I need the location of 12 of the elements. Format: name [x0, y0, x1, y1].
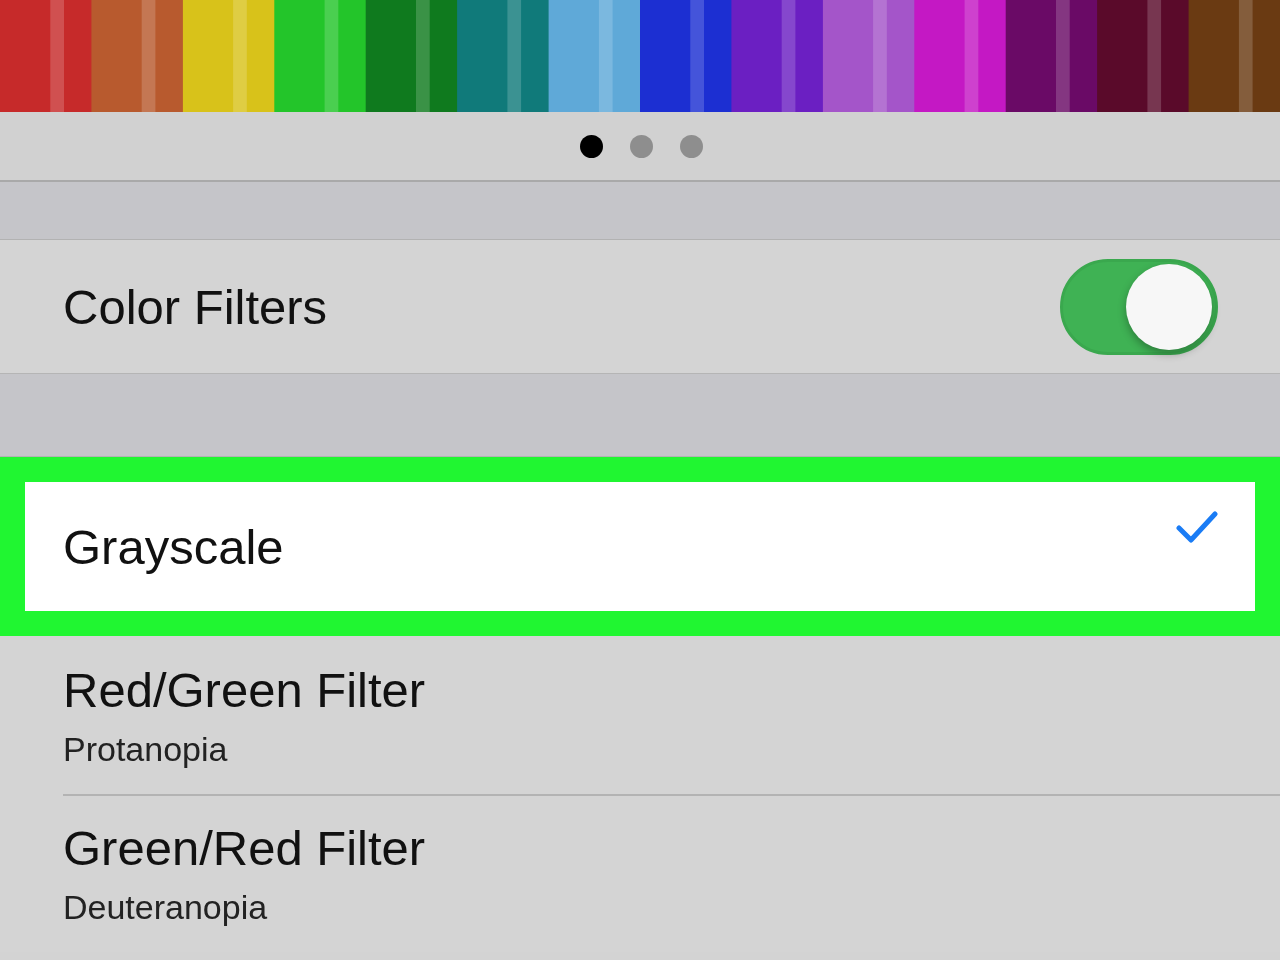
filter-option[interactable]: Grayscale [0, 457, 1280, 636]
filter-option[interactable]: Red/Green Filter Protanopia [0, 636, 1280, 794]
option-title: Grayscale [63, 518, 284, 575]
option-title: Green/Red Filter [63, 819, 426, 876]
option-title: Red/Green Filter [63, 661, 426, 718]
filter-option[interactable]: Green/Red Filter Deuteranopia [0, 794, 1280, 952]
setting-label: Color Filters [63, 278, 328, 335]
page-dot[interactable] [629, 134, 653, 158]
page-dot[interactable] [679, 134, 703, 158]
page-dot[interactable] [579, 134, 603, 158]
option-subtitle: Protanopia [63, 729, 229, 769]
option-subtitle: Deuteranopia [63, 887, 269, 927]
